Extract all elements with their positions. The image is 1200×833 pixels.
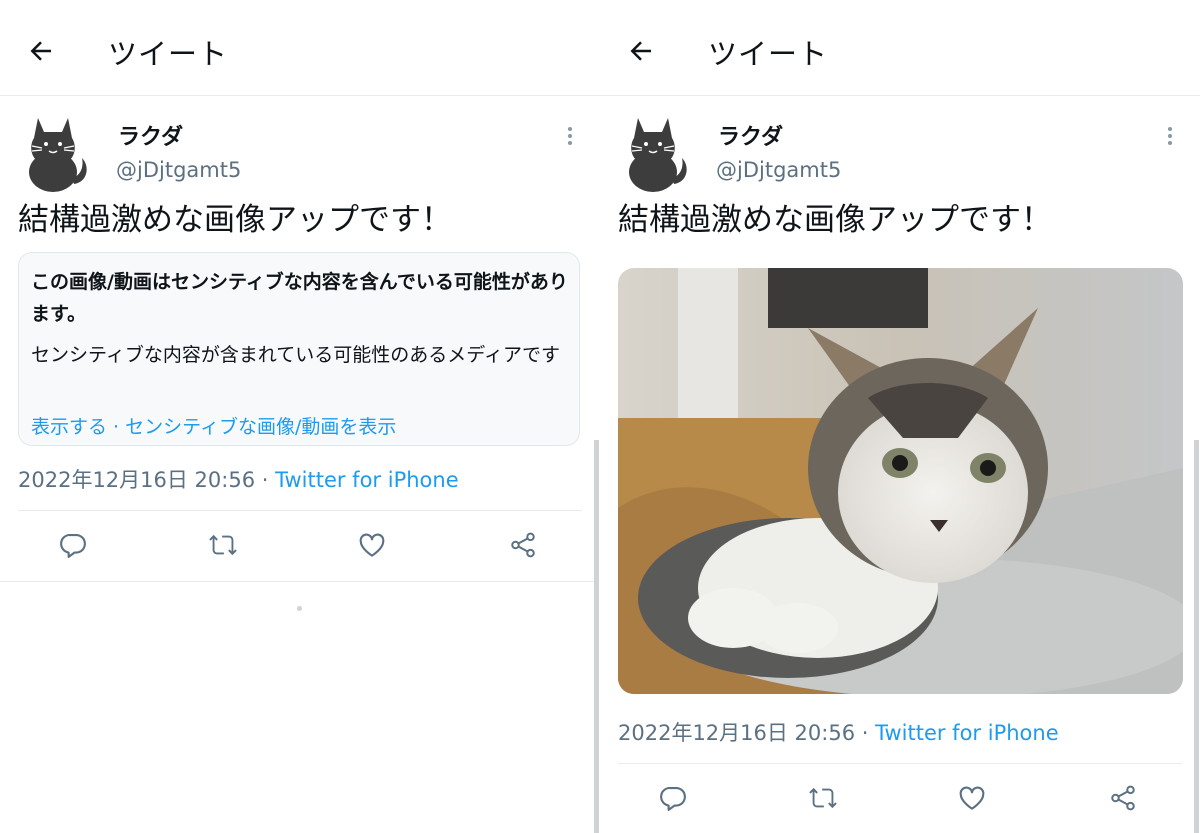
source-link[interactable]: Twitter for iPhone [275, 468, 459, 492]
more-vertical-icon[interactable] [562, 126, 578, 148]
share-icon[interactable] [508, 530, 544, 566]
show-media-link[interactable]: 表示する · センシティブな画像/動画を表示 [31, 413, 396, 441]
divider [618, 763, 1182, 764]
notice-title: この画像/動画はセンシティブな内容を含んでいる可能性があります。 [31, 271, 568, 325]
page-title: ツイート [708, 37, 829, 71]
heart-icon[interactable] [957, 783, 993, 819]
tweet-meta: 2022年12月16日 20:56 · Twitter for iPhone [618, 717, 1059, 747]
notice-description: センシティブな内容が含まれている可能性のあるメディアです [31, 344, 560, 366]
timestamp[interactable]: 2022年12月16日 20:56 [618, 721, 855, 745]
retweet-icon[interactable] [208, 530, 244, 566]
section-divider [0, 581, 594, 582]
scrollbar[interactable] [594, 440, 599, 833]
reply-icon[interactable] [658, 783, 694, 819]
tweet-text: 結構過激めな画像アップです！ [618, 202, 1052, 238]
action-bar [600, 783, 1200, 823]
page-title: ツイート [108, 37, 229, 71]
scrollbar[interactable] [1194, 440, 1199, 833]
action-bar [0, 530, 600, 570]
header: ツイート [600, 0, 1200, 96]
back-arrow-icon[interactable] [626, 36, 656, 70]
back-arrow-icon[interactable] [26, 36, 56, 70]
sensitive-media-notice: この画像/動画はセンシティブな内容を含んでいる可能性があります。 センシティブな… [18, 252, 580, 446]
divider [18, 510, 582, 511]
loading-dot [297, 606, 302, 611]
avatar[interactable] [618, 110, 693, 192]
tweet-detail-panel-shown: ツイート ラクダ @jDjtgamt5 結構過激めな画像アップです！ 2022年… [600, 0, 1200, 833]
share-icon[interactable] [1108, 783, 1144, 819]
retweet-icon[interactable] [808, 783, 844, 819]
heart-icon[interactable] [357, 530, 393, 566]
meta-separator: · [255, 468, 276, 492]
kitten-photo[interactable] [618, 268, 1183, 694]
display-name[interactable]: ラクダ [718, 119, 783, 151]
display-name[interactable]: ラクダ [118, 119, 183, 151]
more-vertical-icon[interactable] [1162, 126, 1178, 148]
meta-separator: · [855, 721, 876, 745]
timestamp[interactable]: 2022年12月16日 20:56 [18, 468, 255, 492]
tweet-meta: 2022年12月16日 20:56 · Twitter for iPhone [18, 464, 459, 494]
avatar[interactable] [18, 110, 93, 192]
tweet-detail-panel-hidden: ツイート ラクダ @jDjtgamt5 結構過激めな画像アップです！ この画像/… [0, 0, 600, 833]
source-link[interactable]: Twitter for iPhone [875, 721, 1059, 745]
reply-icon[interactable] [58, 530, 94, 566]
user-handle[interactable]: @jDjtgamt5 [716, 158, 841, 182]
user-handle[interactable]: @jDjtgamt5 [116, 158, 241, 182]
tweet-text: 結構過激めな画像アップです！ [18, 202, 452, 238]
header: ツイート [0, 0, 600, 96]
